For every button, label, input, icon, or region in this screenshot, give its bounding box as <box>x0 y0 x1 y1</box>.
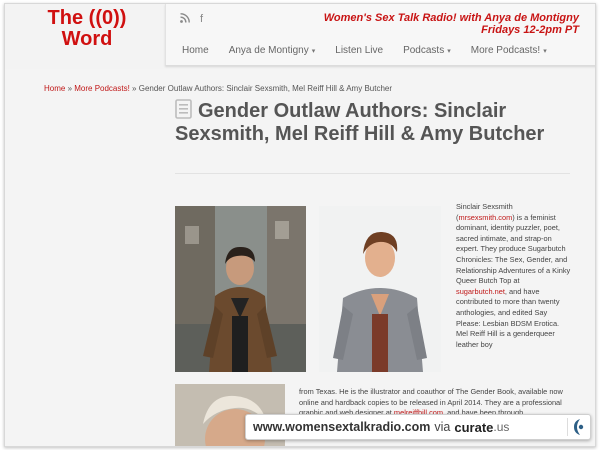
site-header: The ((0)) Word f Women's Sex Talk Radio!… <box>5 4 595 69</box>
tagline-line1: Women's Sex Talk Radio! with Anya de Mon… <box>323 12 579 24</box>
curate-watermark[interactable]: www.womensextalkradio.com via curate .us <box>245 414 591 440</box>
curate-logo-icon <box>567 418 585 436</box>
nav-item-podcasts[interactable]: Podcasts ▾ <box>393 42 461 60</box>
article-intro: Sinclair Sexsmith (mrsexsmith.com) is a … <box>456 202 572 350</box>
nav-item-anya-de-montigny[interactable]: Anya de Montigny ▾ <box>219 42 326 60</box>
main-nav: Home Anya de Montigny ▾ Listen Live Podca… <box>166 42 557 60</box>
breadcrumb-more-podcasts-link[interactable]: More Podcasts! <box>74 84 130 93</box>
link-mrsexsmith[interactable]: mrsexsmith.com <box>458 213 512 222</box>
curate-brand: curate <box>454 419 494 435</box>
chevron-down-icon: ▾ <box>447 48 451 55</box>
breadcrumb: Home » More Podcasts! » Gender Outlaw Au… <box>44 84 392 93</box>
link-sugarbutch[interactable]: sugarbutch.net <box>456 287 505 296</box>
site-logo[interactable]: The ((0)) Word <box>27 8 147 50</box>
page-title-text: Gender Outlaw Authors: Sinclair Sexsmith… <box>175 100 545 145</box>
breadcrumb-separator: » <box>129 84 139 93</box>
curate-via-label: via <box>434 420 451 434</box>
paragraph-sinclair: Sinclair Sexsmith (mrsexsmith.com) is a … <box>456 202 571 328</box>
page-title: Gender Outlaw Authors: Sinclair Sexsmith… <box>175 99 575 146</box>
curate-source-url: www.womensextalkradio.com <box>253 420 431 434</box>
title-divider <box>175 173 570 174</box>
breadcrumb-home-link[interactable]: Home <box>44 84 65 93</box>
nav-item-listen-live[interactable]: Listen Live <box>325 42 393 60</box>
curate-tld: .us <box>493 420 510 434</box>
nav-item-more-podcasts[interactable]: More Podcasts! ▾ <box>461 42 557 60</box>
photo-mel-reiff-hill <box>319 206 441 372</box>
logo-line1: The ((0)) <box>47 7 127 29</box>
nav-item-home[interactable]: Home <box>166 42 219 60</box>
nav-panel: f Women's Sex Talk Radio! with Anya de M… <box>165 4 595 66</box>
breadcrumb-current: Gender Outlaw Authors: Sinclair Sexsmith… <box>138 84 393 93</box>
logo-line2: Word <box>61 28 113 50</box>
breadcrumb-separator: » <box>65 84 75 93</box>
social-links: f <box>180 13 203 25</box>
chevron-down-icon: ▾ <box>311 48 316 55</box>
paragraph-mel-start: Mel Reiff Hill is a genderqueer leather … <box>456 329 555 349</box>
facebook-icon[interactable]: f <box>200 13 203 25</box>
tagline-line2: Fridays 12-2pm PT <box>481 24 579 36</box>
photo-sinclair-sexsmith <box>175 206 306 372</box>
rss-icon[interactable] <box>180 13 191 24</box>
article-header: Gender Outlaw Authors: Sinclair Sexsmith… <box>175 99 575 146</box>
chevron-down-icon: ▾ <box>543 48 547 55</box>
document-icon <box>175 99 192 119</box>
browser-frame: The ((0)) Word f Women's Sex Talk Radio!… <box>4 3 596 447</box>
show-tagline: Women's Sex Talk Radio! with Anya de Mon… <box>324 12 579 36</box>
